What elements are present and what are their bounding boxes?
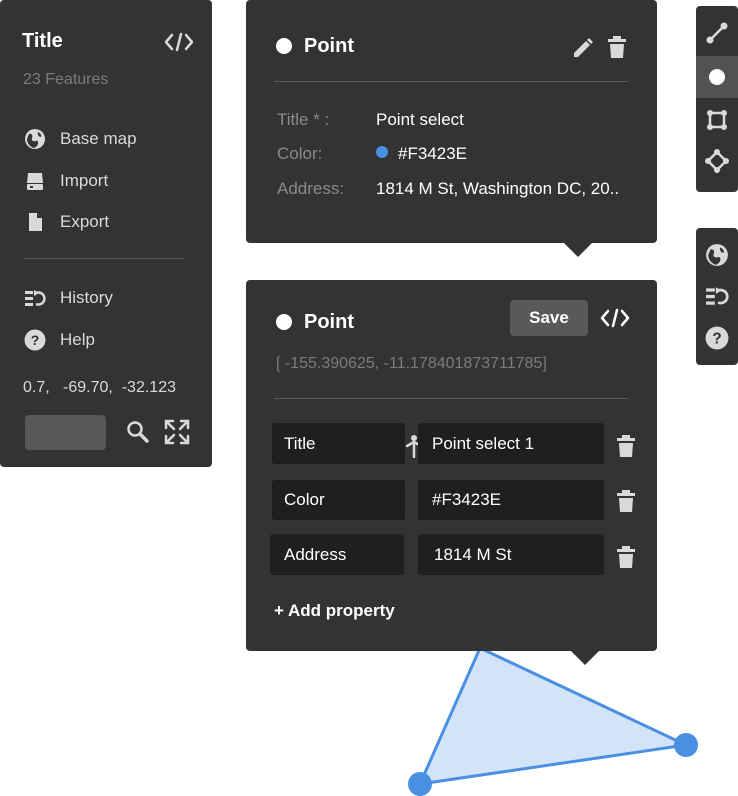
property-value-text: Point select 1 [432, 433, 535, 453]
property-label-color: Color: [277, 144, 323, 163]
property-value-text: 1814 M St [434, 544, 512, 564]
sidebar-item-label: Export [60, 212, 110, 231]
file-icon [29, 213, 42, 231]
sidebar-item-help[interactable]: ? Help [24, 328, 95, 352]
tool-polygon[interactable] [696, 99, 738, 141]
property-value-title: Point select [376, 110, 464, 129]
map-polygon[interactable] [417, 645, 692, 786]
sidebar-item-label: Import [60, 171, 109, 190]
feature-popup-view: Point Title * : Point select Color: #F34… [246, 0, 657, 257]
property-key-field[interactable]: Color [272, 480, 405, 520]
edit-icon[interactable] [572, 37, 594, 59]
globe-icon [25, 129, 45, 149]
tool-point[interactable] [696, 56, 738, 98]
tool-line[interactable] [696, 12, 738, 54]
sidebar-item-label: Help [60, 330, 95, 349]
feature-coordinates: [ -155.390625, -11.178401873711785] [276, 355, 547, 372]
tool-base-map[interactable] [696, 234, 738, 276]
polygon-vertex[interactable] [408, 772, 432, 796]
point-icon [709, 69, 725, 85]
sidebar-title: Title [22, 30, 63, 52]
svg-text:?: ? [31, 332, 40, 348]
svg-text:?: ? [712, 330, 721, 347]
help-icon: ? [705, 326, 729, 350]
popup-title: Point [304, 35, 354, 57]
tool-history[interactable] [696, 275, 738, 317]
tool-vertex[interactable] [696, 140, 738, 182]
property-key-text: Color [284, 490, 325, 509]
help-icon: ? [24, 329, 46, 351]
popup-caret [564, 243, 592, 257]
vertex-icon [705, 149, 729, 173]
line-icon [706, 22, 728, 44]
history-icon [25, 290, 46, 306]
sidebar-item-export[interactable]: Export [24, 210, 109, 234]
popup-caret [571, 651, 599, 665]
property-value-address: 1814 M St, Washington DC, 20.. [376, 179, 620, 198]
property-label-title: Title * : [277, 110, 330, 129]
search-icon[interactable] [126, 420, 150, 444]
property-value-field[interactable]: 1814 M St [418, 534, 604, 575]
property-value-field[interactable]: #F3423E [418, 480, 604, 520]
feature-popup-edit: Point Save [ -155.390625, -11.1784018737… [246, 280, 657, 665]
popup-title: Point [304, 311, 354, 333]
tool-help[interactable]: ? [696, 317, 738, 359]
sidebar-item-label: Base map [60, 129, 137, 148]
trash-icon[interactable] [608, 36, 626, 58]
code-icon[interactable] [600, 308, 630, 328]
sidebar-item-import[interactable]: Import [24, 169, 108, 193]
code-icon[interactable] [164, 32, 194, 52]
trash-icon[interactable] [617, 490, 635, 512]
polygon-icon [707, 110, 727, 130]
popup-divider [274, 398, 628, 399]
property-key-field[interactable]: Title [272, 423, 423, 464]
draw-toolbar [696, 6, 738, 192]
expand-icon[interactable] [164, 419, 190, 445]
property-key-text: Title [284, 433, 316, 453]
cursor-coordinates: 0.7, -69.70, -32.123 [23, 379, 176, 396]
misc-toolbar: ? [696, 228, 738, 365]
property-value-text: #F3423E [432, 490, 501, 509]
globe-icon [706, 244, 728, 266]
color-swatch [376, 146, 388, 158]
point-icon [276, 38, 292, 54]
sidebar-divider [24, 258, 184, 259]
feature-count: 23 Features [23, 71, 109, 88]
property-value-color: #F3423E [398, 144, 467, 163]
save-button[interactable]: Save [510, 300, 588, 336]
trash-icon[interactable] [617, 546, 635, 568]
sidebar-panel: Title 23 Features Base map Import Export [0, 0, 212, 467]
search-input[interactable] [25, 415, 106, 450]
sidebar-item-label: History [60, 288, 113, 307]
point-icon [276, 314, 292, 330]
popup-divider [274, 81, 628, 82]
property-key-field[interactable]: Address [270, 534, 404, 575]
trash-icon[interactable] [617, 435, 635, 457]
history-icon [706, 287, 729, 305]
import-icon [27, 173, 43, 190]
sidebar-item-history[interactable]: History [24, 286, 113, 310]
property-value-field[interactable]: Point select 1 [418, 423, 604, 464]
property-label-address: Address: [277, 179, 345, 198]
polygon-vertex[interactable] [674, 733, 698, 757]
property-key-text: Address [284, 544, 347, 564]
add-property-button[interactable]: + Add property [274, 601, 395, 621]
sidebar-item-base-map[interactable]: Base map [24, 127, 137, 151]
